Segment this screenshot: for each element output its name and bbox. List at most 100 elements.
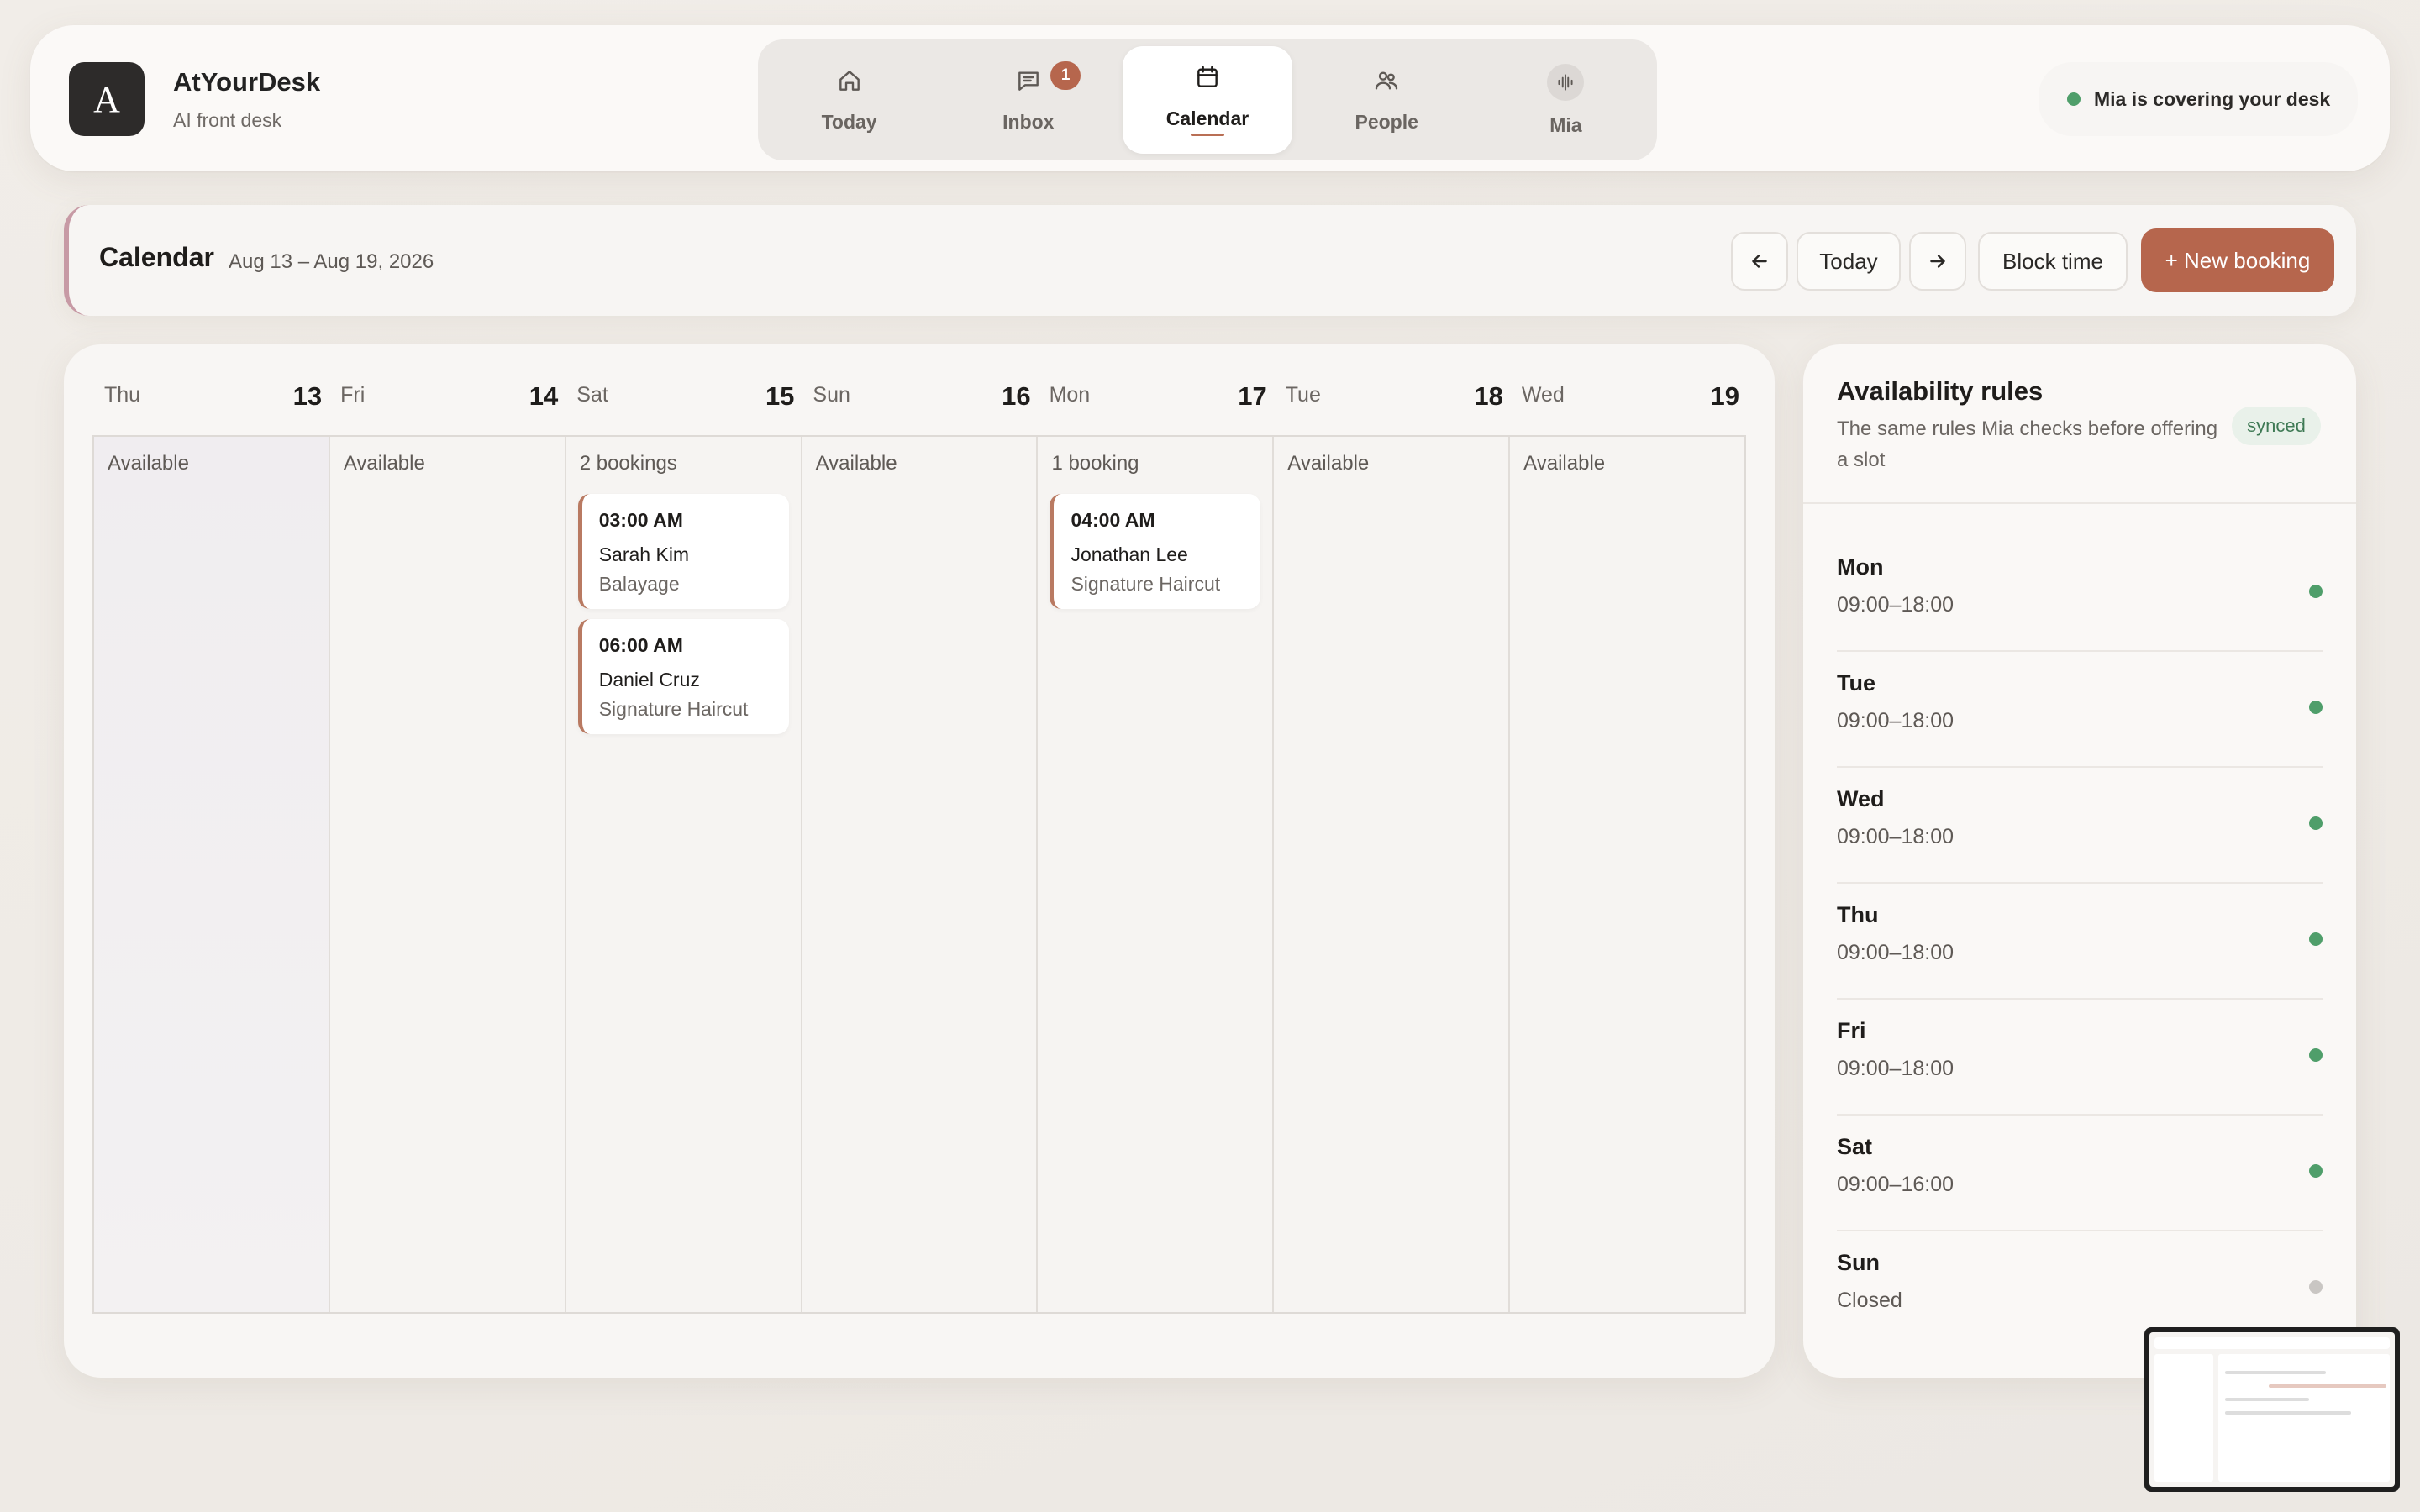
rule-status-dot [2309, 1048, 2323, 1062]
nav-label: Calendar [1165, 108, 1249, 129]
top-header: A AtYourDesk AI front desk Today 1 Inbox… [30, 25, 2390, 171]
availability-rule[interactable]: Wed 09:00–18:00 [1837, 768, 2323, 884]
app-logo: A [69, 62, 145, 136]
block-time-button[interactable]: Block time [1978, 232, 2128, 291]
rule-day: Wed [1837, 786, 1885, 811]
booking-client: Sarah Kim [598, 543, 690, 565]
day-status: Available [1523, 452, 1606, 475]
day-header: Wed 19 [1510, 375, 1746, 417]
rule-hours: 09:00–18:00 [1837, 941, 1954, 964]
main-nav: Today 1 Inbox Calendar People Mia [758, 39, 1657, 160]
preview-image [2149, 1332, 2395, 1487]
week-calendar: Thu 13 Fri 14 Sat 15 Sun 16 Mon 17 Tue 18 Wed 19 Avai… [64, 344, 1775, 1378]
app-name: AtYourDesk [173, 66, 321, 97]
rule-day: Mon [1837, 554, 1884, 580]
nav-label: Today [821, 110, 877, 133]
day-name: Tue [1285, 383, 1321, 407]
day-header: Sun 16 [801, 375, 1037, 417]
rule-hours: 09:00–18:00 [1837, 1057, 1954, 1080]
status-dot [2067, 92, 2081, 106]
availability-rules-list: Mon 09:00–18:00 Tue 09:00–18:00 Wed 09:00–18:… [1837, 536, 2323, 1347]
day-column[interactable]: Available [94, 437, 330, 1312]
day-status: Available [343, 452, 425, 475]
synced-badge: synced [2232, 407, 2321, 445]
rule-day: Sun [1837, 1250, 1880, 1275]
day-number: 14 [529, 381, 559, 411]
rule-hours: Closed [1837, 1289, 1902, 1312]
brand[interactable]: A AtYourDesk AI front desk [69, 62, 320, 136]
availability-rule[interactable]: Tue 09:00–18:00 [1837, 652, 2323, 768]
nav-people[interactable]: People [1302, 46, 1471, 154]
day-name: Mon [1049, 383, 1091, 407]
booking-client: Daniel Cruz [598, 669, 700, 690]
booking-client: Jonathan Lee [1071, 543, 1188, 565]
day-column[interactable]: Available [330, 437, 566, 1312]
rule-hours: 09:00–16:00 [1837, 1173, 1954, 1196]
day-column[interactable]: 1 booking 04:00 AM Jonathan Lee Signature H… [1038, 437, 1275, 1312]
rule-day: Tue [1837, 670, 1876, 696]
day-status: 1 booking [1051, 452, 1139, 475]
day-number: 18 [1474, 381, 1503, 411]
availability-panel: Availability rules The same rules Mia ch… [1803, 344, 2356, 1378]
today-button[interactable]: Today [1797, 232, 1901, 291]
nav-inbox[interactable]: 1 Inbox [944, 46, 1113, 154]
screen-preview-thumbnail[interactable] [2144, 1327, 2400, 1492]
day-status: Available [1287, 452, 1370, 475]
day-number: 13 [292, 381, 323, 411]
day-name: Thu [104, 383, 141, 407]
rule-status-dot [2309, 932, 2323, 946]
booking-time: 03:00 AM [598, 509, 683, 531]
day-column[interactable]: Available [1510, 437, 1744, 1312]
booking-time: 04:00 AM [1071, 509, 1155, 531]
availability-rule[interactable]: Thu 09:00–18:00 [1837, 884, 2323, 1000]
booking-service: Balayage [598, 573, 680, 595]
mia-status-text: Mia is covering your desk [2094, 87, 2331, 110]
day-number: 19 [1710, 381, 1739, 411]
booking-card[interactable]: 04:00 AM Jonathan Lee Signature Haircut [1050, 494, 1261, 609]
day-name: Sun [813, 383, 850, 407]
day-name: Fri [340, 383, 366, 407]
day-name: Wed [1521, 383, 1565, 407]
day-column[interactable]: Available [1274, 437, 1511, 1312]
rule-day: Sat [1837, 1134, 1873, 1159]
availability-rule[interactable]: Fri 09:00–18:00 [1837, 1000, 2323, 1116]
nav-mia[interactable]: Mia [1481, 46, 1650, 154]
day-column[interactable]: Available [802, 437, 1039, 1312]
day-column[interactable]: 2 bookings 03:00 AM Sarah Kim Balayage 06:00… [566, 437, 802, 1312]
booking-service: Signature Haircut [598, 698, 749, 720]
availability-rule[interactable]: Sat 09:00–16:00 [1837, 1116, 2323, 1231]
app-tagline: AI front desk [173, 108, 282, 131]
nav-today[interactable]: Today [765, 46, 934, 154]
day-status: 2 bookings [579, 452, 677, 475]
prev-week-button[interactable] [1731, 232, 1788, 291]
booking-service: Signature Haircut [1071, 573, 1221, 595]
day-header: Thu 13 [92, 375, 329, 417]
nav-label: Inbox [1002, 110, 1055, 133]
rule-status-dot [2309, 585, 2323, 598]
waveform-icon [1547, 63, 1585, 101]
chat-icon [1018, 71, 1039, 91]
availability-title: Availability rules [1837, 376, 2044, 406]
booking-card[interactable]: 03:00 AM Sarah Kim Balayage [577, 494, 789, 609]
day-header: Tue 18 [1274, 375, 1510, 417]
rule-status-dot [2309, 1164, 2323, 1178]
arrow-left-icon [1752, 255, 1767, 268]
nav-calendar[interactable]: Calendar [1123, 46, 1292, 154]
nav-label: People [1355, 110, 1418, 133]
next-week-button[interactable] [1909, 232, 1966, 291]
mia-status-pill: Mia is covering your desk [2039, 62, 2358, 136]
day-header: Mon 17 [1038, 375, 1274, 417]
rule-hours: 09:00–18:00 [1837, 593, 1954, 617]
booking-card[interactable]: 06:00 AM Daniel Cruz Signature Haircut [577, 619, 789, 734]
new-booking-button[interactable]: + New booking [2141, 228, 2334, 292]
rule-hours: 09:00–18:00 [1837, 709, 1954, 732]
date-range: Aug 13 – Aug 19, 2026 [229, 250, 434, 273]
nav-label: Mia [1549, 113, 1582, 136]
availability-rule[interactable]: Mon 09:00–18:00 [1837, 536, 2323, 652]
people-icon [1376, 71, 1398, 90]
day-status: Available [815, 452, 897, 475]
home-icon [839, 70, 860, 91]
arrow-right-icon [1930, 255, 1945, 268]
calendar-icon [1197, 66, 1218, 87]
calendar-toolbar: Calendar Aug 13 – Aug 19, 2026 Today Blo… [64, 205, 2356, 316]
